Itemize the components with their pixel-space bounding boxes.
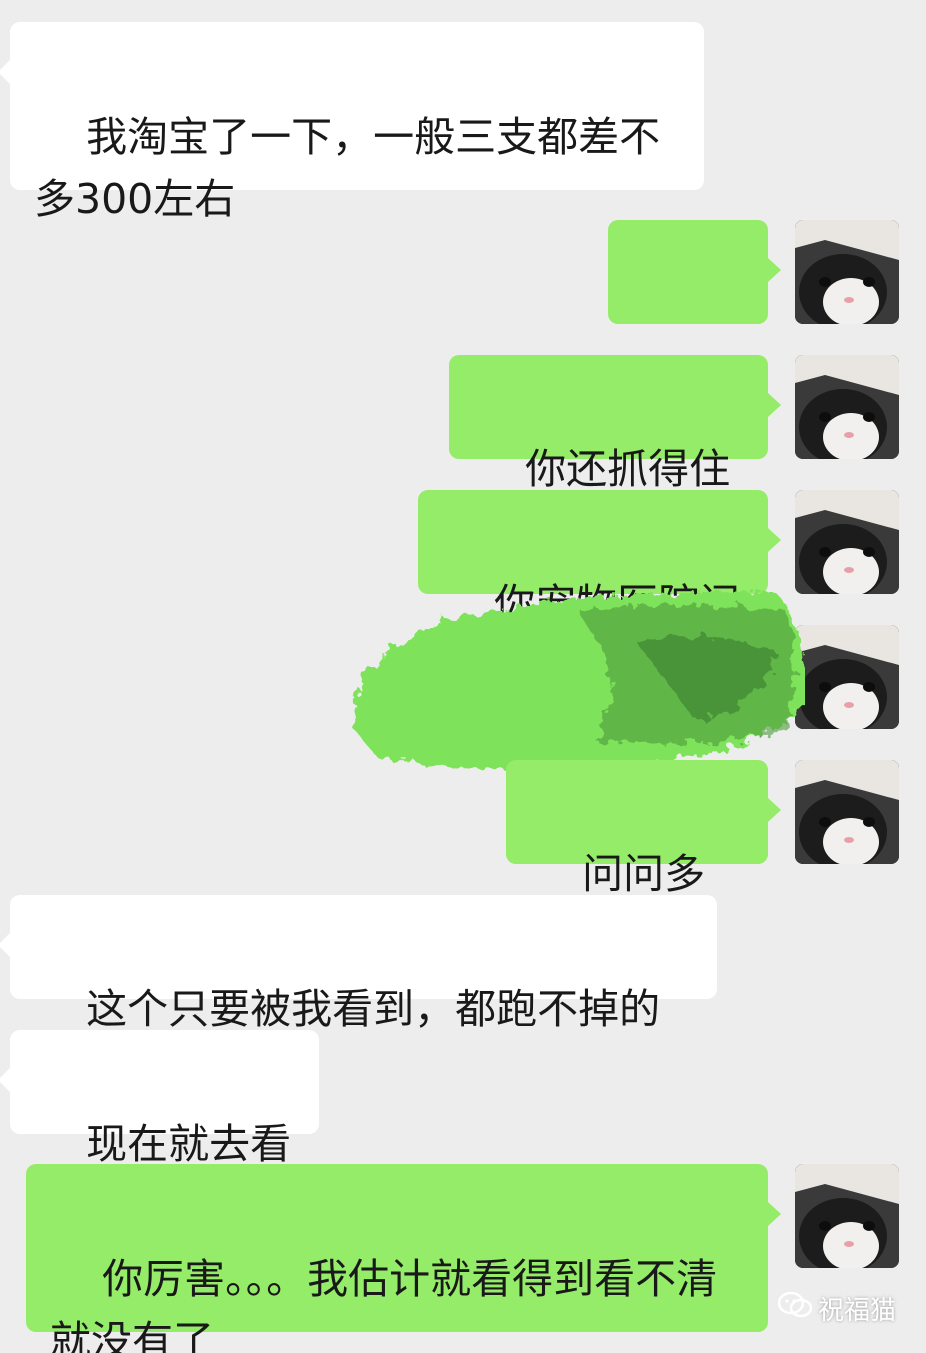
cat-avatar-image bbox=[795, 220, 899, 324]
cat-avatar-image bbox=[795, 760, 899, 864]
avatar[interactable] bbox=[795, 355, 899, 459]
cat-avatar-image bbox=[795, 625, 899, 729]
avatar[interactable] bbox=[795, 760, 899, 864]
watermark-text: 祝福猫 bbox=[817, 1296, 896, 1326]
watermark: 祝福猫 bbox=[777, 1290, 896, 1327]
message-text: 你还抓得住 bbox=[525, 445, 731, 493]
chat-window: 我淘宝了一下，一般三支都差不多300左右 。。。。 你还抓得住 bbox=[0, 0, 926, 1353]
message-bubble-outgoing[interactable]: 你厉害。。。我估计就看得到看不清就没有了 bbox=[26, 1164, 781, 1353]
message-bubble-incoming[interactable]: 这个只要被我看到，都跑不掉的 bbox=[0, 895, 717, 1088]
cat-avatar-image bbox=[795, 490, 899, 594]
message-text: 这个只要被我看到，都跑不掉的 bbox=[86, 985, 661, 1033]
message-bubble-incoming[interactable]: 现在就去看看 bbox=[0, 1030, 319, 1230]
message-text: 你厉害。。。我估计就看得到看不清就没有了 bbox=[50, 1255, 718, 1353]
cat-avatar-image bbox=[795, 355, 899, 459]
cat-avatar-image bbox=[795, 1164, 899, 1268]
message-bubble-outgoing[interactable]: 。。。。 bbox=[608, 220, 781, 419]
message-bubble-outgoing[interactable]: 你还抓得住 bbox=[449, 355, 781, 548]
redaction-scribble bbox=[354, 591, 805, 771]
message-text: 我淘宝了一下，一般三支都差不多300左右 bbox=[34, 113, 661, 223]
message-bubble-outgoing[interactable]: 你宠物医院问问 bbox=[418, 490, 781, 690]
avatar[interactable] bbox=[795, 490, 899, 594]
message-bubble-outgoing[interactable]: 问问多少钱 bbox=[506, 760, 781, 960]
avatar[interactable] bbox=[795, 1164, 899, 1268]
message-bubble-incoming[interactable]: 我淘宝了一下，一般三支都差不多300左右 bbox=[0, 22, 704, 223]
avatar[interactable] bbox=[795, 220, 899, 324]
avatar[interactable] bbox=[795, 625, 899, 729]
wechat-icon bbox=[777, 1291, 813, 1326]
